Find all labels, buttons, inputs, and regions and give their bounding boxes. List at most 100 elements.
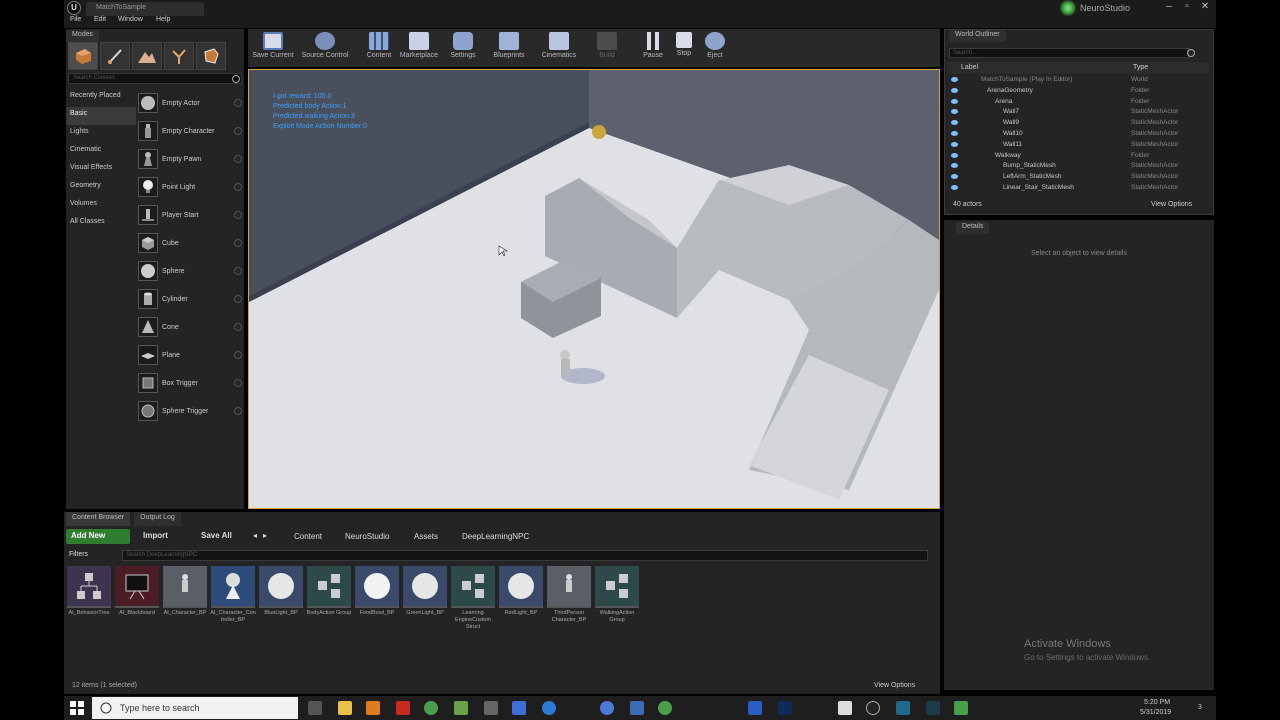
menu-window[interactable]: Window (118, 16, 143, 23)
visibility-eye-icon[interactable] (951, 152, 958, 158)
notepad-icon[interactable] (454, 701, 468, 715)
outliner-row[interactable]: MatchToSample (Play In Editor) World (947, 75, 1209, 86)
category-recently-placed[interactable]: Recently Placed (66, 89, 136, 107)
place-item-cylinder[interactable]: Cylinder (138, 285, 244, 313)
crumb-neurostudio[interactable]: NeuroStudio (345, 532, 389, 541)
visibility-eye-icon[interactable] (951, 120, 958, 126)
category-geometry[interactable]: Geometry (66, 179, 136, 197)
category-volumes[interactable]: Volumes (66, 197, 136, 215)
place-item-point-light[interactable]: Point Light (138, 173, 244, 201)
help-icon[interactable] (234, 183, 242, 191)
visibility-eye-icon[interactable] (951, 77, 958, 82)
tab-output-log[interactable]: Output Log (134, 512, 181, 526)
asset-tile[interactable]: AI_Character_BP (162, 566, 208, 631)
forward-arrow-icon[interactable]: ▸ (260, 529, 270, 544)
vlc-icon[interactable] (366, 701, 380, 715)
asset-tile[interactable]: AI_BehaviorTree (66, 566, 112, 631)
outliner-row[interactable]: Wall9 StaticMeshActor (947, 118, 1209, 129)
help-icon[interactable] (234, 239, 242, 247)
help-icon[interactable] (234, 99, 242, 107)
windows-start-icon[interactable] (70, 701, 84, 715)
place-item-empty-character[interactable]: Empty Character (138, 117, 244, 145)
outliner-row[interactable]: ArenaGeometry Folder (947, 86, 1209, 97)
edge-icon[interactable] (542, 701, 556, 715)
asset-tile[interactable]: FoodBowl_BP (354, 566, 400, 631)
asset-tile[interactable]: ThirdPerson Character_BP (546, 566, 592, 631)
filezilla-icon[interactable] (396, 701, 410, 715)
build-button[interactable]: Build (582, 31, 632, 65)
file-explorer-icon[interactable] (338, 701, 352, 715)
help-icon[interactable] (234, 267, 242, 275)
search-classes-input[interactable]: Search Classes (68, 73, 242, 84)
app-icon[interactable] (896, 701, 910, 715)
label-column-header[interactable]: Label (961, 64, 978, 71)
eject-button[interactable]: Eject (690, 31, 740, 65)
android-studio-icon[interactable] (658, 701, 672, 715)
foliage-mode-icon[interactable] (164, 42, 194, 70)
help-icon[interactable] (234, 407, 242, 415)
calculator-icon[interactable] (838, 701, 852, 715)
settings-button[interactable]: Settings (438, 31, 488, 65)
place-item-player-start[interactable]: Player Start (138, 201, 244, 229)
tab-content-browser[interactable]: Content Browser (66, 512, 131, 526)
place-item-empty-pawn[interactable]: Empty Pawn (138, 145, 244, 173)
asset-tile[interactable]: BodyAction Group (306, 566, 352, 631)
minimize-button[interactable]: – (1160, 0, 1178, 16)
place-item-plane[interactable]: Plane (138, 341, 244, 369)
geometry-mode-icon[interactable] (196, 42, 226, 70)
help-icon[interactable] (234, 211, 242, 219)
visibility-eye-icon[interactable] (951, 130, 958, 136)
outliner-row[interactable]: Wall10 StaticMeshActor (947, 129, 1209, 140)
category-cinematic[interactable]: Cinematic (66, 143, 136, 161)
outliner-row[interactable]: Walkway Folder (947, 151, 1209, 162)
paint-mode-icon[interactable] (100, 42, 130, 70)
outliner-search-input[interactable]: Search... (949, 48, 1189, 58)
outliner-view-options[interactable]: View Options (1151, 201, 1192, 208)
place-item-cube[interactable]: Cube (138, 229, 244, 257)
menu-file[interactable]: File (70, 16, 81, 23)
type-column-header[interactable]: Type (1133, 64, 1148, 71)
asset-tile[interactable]: RedLight_BP (498, 566, 544, 631)
place-mode-icon[interactable] (68, 42, 98, 70)
help-icon[interactable] (234, 127, 242, 135)
visibility-eye-icon[interactable] (951, 141, 958, 147)
neurostudio-badge[interactable]: NeuroStudio (1060, 0, 1130, 16)
back-arrow-icon[interactable]: ◂ (250, 529, 260, 544)
clock-time[interactable]: 5:20 PM (1144, 699, 1170, 706)
taskbar-search-input[interactable]: Type here to search (92, 697, 298, 719)
category-basic[interactable]: Basic (66, 107, 136, 125)
crumb-content[interactable]: Content (294, 532, 322, 541)
level-viewport[interactable]: I got reward: 100.0 Predicted body Actio… (248, 69, 940, 509)
unreal-taskbar-icon[interactable] (866, 701, 880, 715)
save-current-button[interactable]: Save Current (248, 31, 298, 65)
app-icon[interactable] (484, 701, 498, 715)
place-item-cone[interactable]: Cone (138, 313, 244, 341)
visibility-eye-icon[interactable] (951, 174, 958, 180)
app-icon[interactable] (926, 701, 940, 715)
chrome-icon[interactable] (424, 701, 438, 715)
help-icon[interactable] (234, 351, 242, 359)
asset-tile-selected[interactable]: AI_Character_Controller_BP (210, 566, 256, 631)
visibility-eye-icon[interactable] (951, 87, 958, 93)
asset-tile[interactable]: WalkingAction Group (594, 566, 640, 631)
import-button[interactable]: Import (140, 529, 171, 544)
world-outliner-tab[interactable]: World Outliner (949, 30, 1006, 42)
word-icon[interactable] (748, 701, 762, 715)
visibility-eye-icon[interactable] (951, 98, 958, 104)
place-item-sphere[interactable]: Sphere (138, 257, 244, 285)
notification-count[interactable]: 3 (1198, 704, 1202, 711)
place-item-empty-actor[interactable]: Empty Actor (138, 89, 244, 117)
asset-tile[interactable]: BlueLight_BP (258, 566, 304, 631)
view-options-button[interactable]: View Options (874, 682, 915, 689)
category-visual-effects[interactable]: Visual Effects (66, 161, 136, 179)
asset-tile[interactable]: GreenLight_BP (402, 566, 448, 631)
marketplace-button[interactable]: Marketplace (394, 31, 444, 65)
place-item-sphere-trigger[interactable]: Sphere Trigger (138, 397, 244, 425)
app-icon[interactable] (600, 701, 614, 715)
close-button[interactable]: ✕ (1196, 0, 1214, 16)
photoshop-icon[interactable] (778, 701, 792, 715)
menu-edit[interactable]: Edit (94, 16, 106, 23)
rstudio-icon[interactable] (630, 701, 644, 715)
cinematics-button[interactable]: Cinematics (534, 31, 584, 65)
modes-tab[interactable]: Modes (66, 30, 100, 42)
